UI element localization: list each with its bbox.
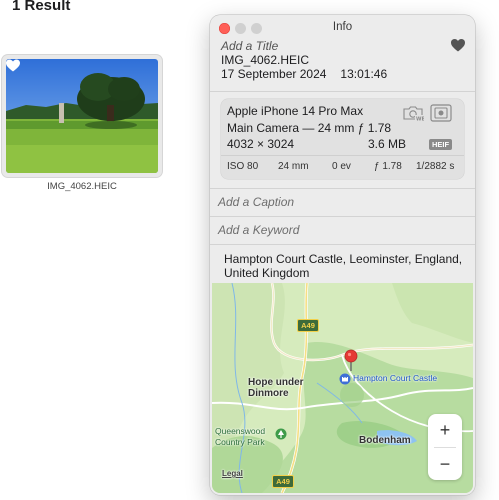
exif-exposure-bias: 0 ev <box>332 161 351 172</box>
photo-time: 13:01:46 <box>340 67 388 81</box>
location-map[interactable]: A49 A49 Hampton Court Castle Hope under … <box>212 283 473 493</box>
exif-shutter-speed: 1/2882 s <box>416 161 455 172</box>
road-label-a49-bottom: A49 <box>272 475 294 488</box>
photo-thumbnail[interactable] <box>2 55 162 177</box>
road-label-a49-top: A49 <box>297 319 319 332</box>
park-poi-icon[interactable] <box>275 428 287 440</box>
favorite-heart-icon <box>6 59 20 72</box>
exif-row: ISO 80 24 mm 0 ev ƒ 1.78 1/2882 s <box>221 161 464 175</box>
image-dimensions: 4032 × 3024 <box>227 137 295 151</box>
map-label-queenswood: Queenswood Country Park <box>215 426 266 447</box>
camera-lens: Main Camera — 24 mm ƒ 1.78 <box>227 121 392 135</box>
exif-focal-length: 24 mm <box>278 161 309 172</box>
exif-aperture: ƒ 1.78 <box>374 161 402 172</box>
location-text: Hampton Court Castle, Leominster, Englan… <box>224 252 463 280</box>
divider <box>210 91 475 92</box>
divider <box>210 216 475 217</box>
map-zoom-control: + − <box>428 414 462 480</box>
map-label-hampton-court-castle: Hampton Court Castle <box>353 373 438 383</box>
camera-info-box: Apple iPhone 14 Pro Max Main Camera — 24… <box>221 99 464 179</box>
zoom-out-button[interactable]: − <box>428 448 462 480</box>
title-bar: Info <box>210 15 475 42</box>
map-label-hope-under-dinmore: Hope under Dinmore <box>248 377 304 399</box>
format-badge: HEIF <box>429 139 453 150</box>
divider <box>221 155 464 156</box>
favorite-heart-icon[interactable] <box>451 39 465 52</box>
photo-thumbnail-image <box>6 59 158 173</box>
photo-header: Add a Title IMG_4062.HEIC 17 September 2… <box>221 39 465 81</box>
photo-filename: IMG_4062.HEIC <box>221 53 310 67</box>
divider <box>210 188 475 189</box>
add-title-field[interactable]: Add a Title <box>221 39 465 53</box>
file-size: 3.6 MB <box>368 137 407 151</box>
photo-datetime[interactable]: 17 September 2024 13:01:46 <box>221 67 465 81</box>
window-title: Info <box>332 21 353 33</box>
zoom-in-button[interactable]: + <box>428 414 462 446</box>
castle-poi-icon[interactable] <box>339 373 351 385</box>
map-label-bodenham: Bodenham <box>359 435 411 446</box>
metering-mode-icon <box>430 104 452 122</box>
svg-text:WB: WB <box>416 117 424 122</box>
location-pin-icon[interactable] <box>344 349 358 371</box>
map-legal-link[interactable]: Legal <box>222 468 243 479</box>
add-caption-field[interactable]: Add a Caption <box>218 195 294 209</box>
camera-model: Apple iPhone 14 Pro Max <box>227 104 364 118</box>
white-balance-icon: WB <box>403 106 424 122</box>
exif-iso: ISO 80 <box>227 161 259 172</box>
photo-date: 17 September 2024 <box>221 67 327 81</box>
add-keyword-field[interactable]: Add a Keyword <box>218 223 299 237</box>
thumbnail-filename: IMG_4062.HEIC <box>47 181 117 192</box>
divider <box>210 244 475 245</box>
info-window: Info Add a Title IMG_4062.HEIC 17 Septem… <box>210 15 475 495</box>
results-title: 1 Result <box>12 0 71 14</box>
